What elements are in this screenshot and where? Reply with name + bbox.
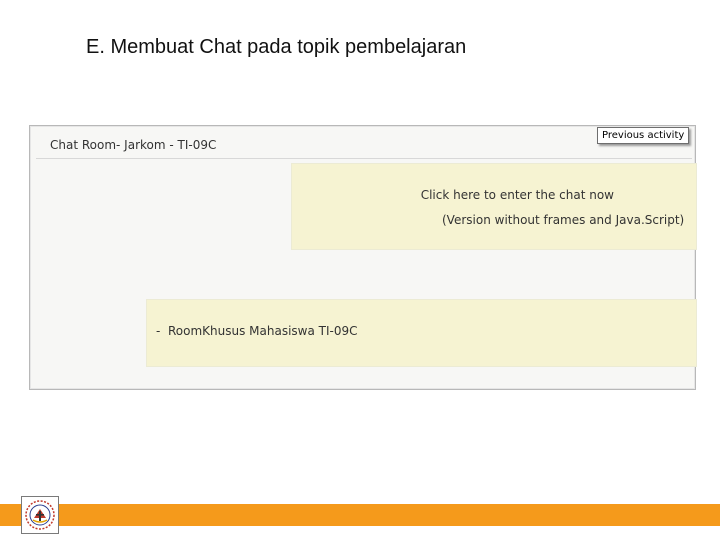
chat-module-panel: Chat Room- Jarkom - TI-09C Previous acti…	[29, 125, 697, 390]
room-bullet: -	[156, 324, 161, 338]
chat-room-heading: Chat Room- Jarkom - TI-09C	[50, 138, 217, 152]
previous-activity-button[interactable]: Previous activity	[597, 127, 690, 144]
institution-emblem-icon	[21, 496, 59, 534]
footer-accent-bar	[0, 504, 720, 526]
enter-chat-link[interactable]: Click here to enter the chat now	[292, 188, 614, 202]
slide-title: E. Membuat Chat pada topik pembelajaran	[86, 36, 467, 58]
chat-rooms-list: - RoomKhusus Mahasiswa TI-09C	[146, 299, 697, 367]
room-name: RoomKhusus Mahasiswa TI-09C	[167, 324, 358, 338]
enter-chat-box: Click here to enter the chat now (Versio…	[291, 163, 697, 250]
heading-divider	[36, 158, 692, 159]
no-frames-chat-link[interactable]: (Version without frames and Java.Script)	[442, 213, 684, 227]
list-item[interactable]: - RoomKhusus Mahasiswa TI-09C	[156, 324, 358, 338]
